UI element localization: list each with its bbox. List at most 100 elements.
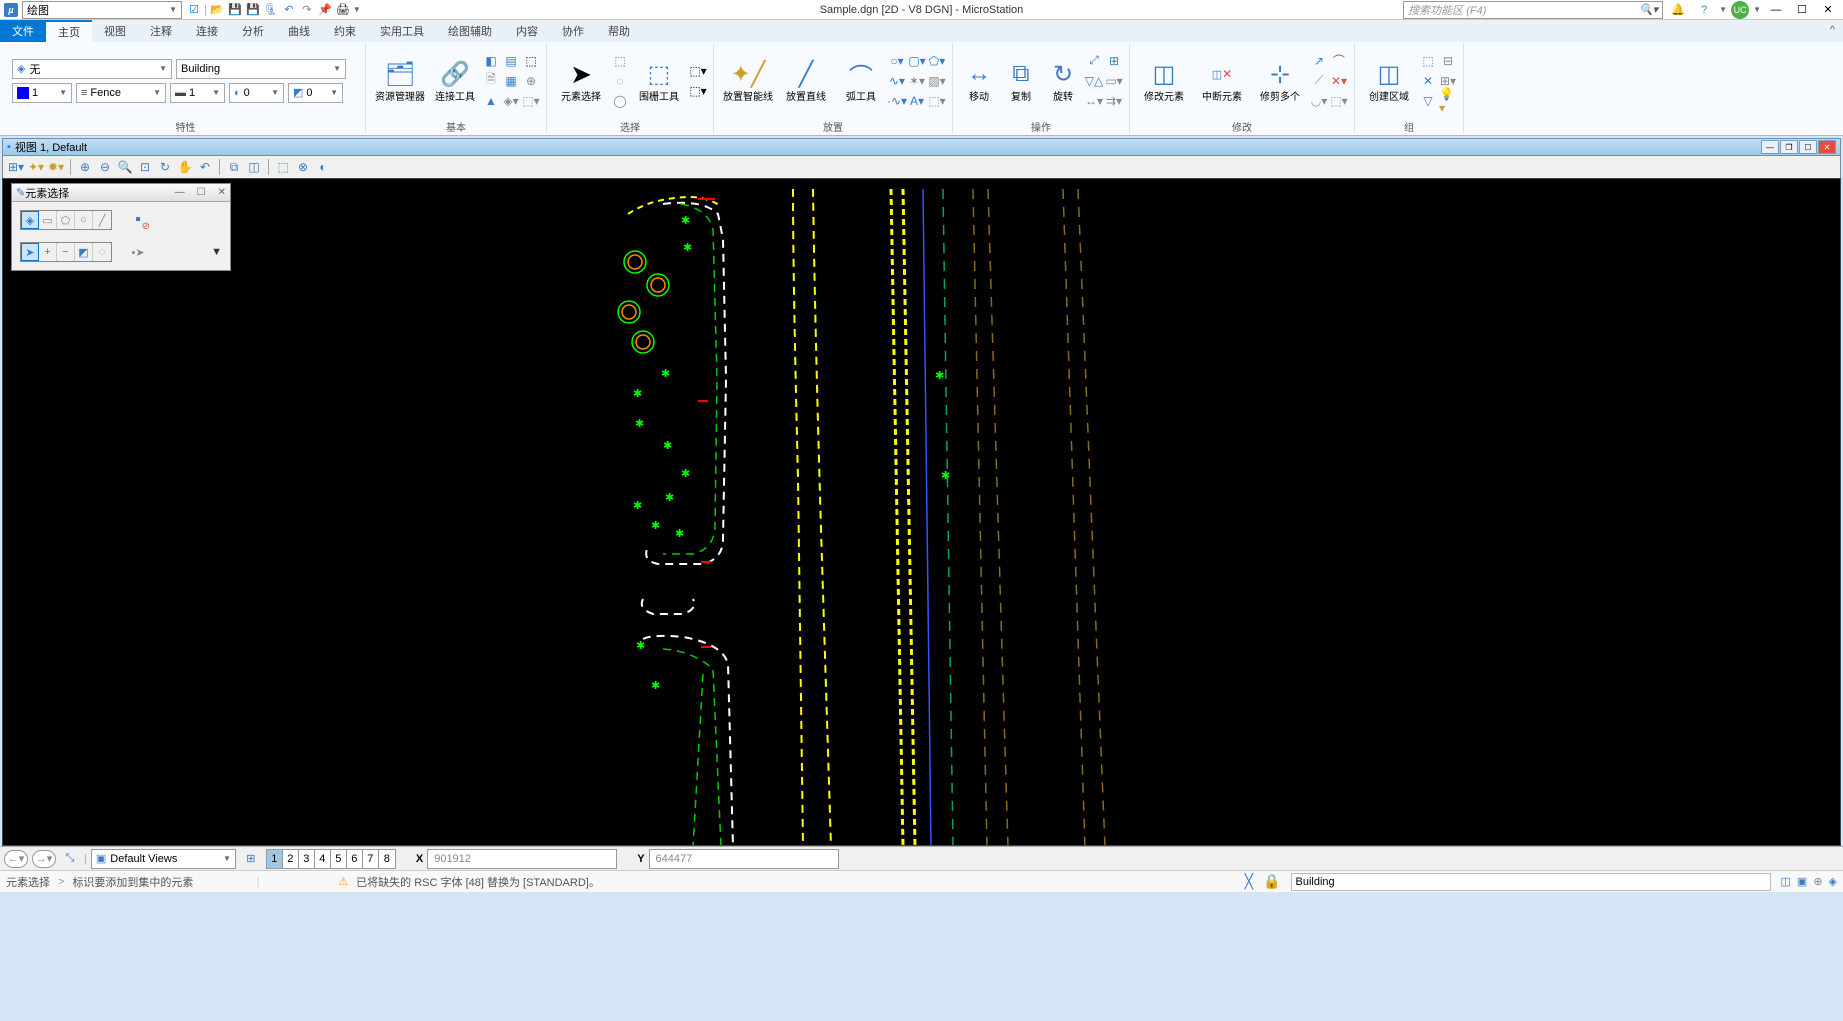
select-prev-icon[interactable]: ◯ <box>611 92 629 110</box>
graphic-group-icon[interactable]: ✕ <box>1419 72 1437 90</box>
view-num-8[interactable]: 8 <box>379 850 395 868</box>
rotate-view-icon[interactable]: ↻ <box>156 158 174 176</box>
raster-icon[interactable]: ▲ <box>482 92 500 110</box>
scale-icon[interactable]: ◫ <box>1781 875 1791 888</box>
notifications-icon[interactable]: 🔔 <box>1667 1 1689 19</box>
models-icon[interactable]: ◧ <box>482 52 500 70</box>
block-icon[interactable]: ▢▾ <box>908 52 926 70</box>
help-icon[interactable]: ? <box>1693 1 1715 19</box>
move-button[interactable]: ↔ 移动 <box>959 56 999 105</box>
attach-tools-button[interactable]: 🔗 连接工具 <box>430 56 480 105</box>
clip-volume-icon[interactable]: ⬚ <box>274 158 292 176</box>
view-groups-dropdown[interactable]: ▣ Default Views ▼ <box>91 849 236 869</box>
view-attrs-icon[interactable]: ⊞▾ <box>7 158 25 176</box>
dialog-icon[interactable]: ▣ <box>1797 875 1807 888</box>
create-region-button[interactable]: ◫ 创建区域 <box>1361 56 1417 105</box>
tab-help[interactable]: 帮助 <box>596 20 642 42</box>
view-num-2[interactable]: 2 <box>283 850 299 868</box>
zoom-window-icon[interactable]: 🔍 <box>116 158 134 176</box>
cell-icon[interactable]: ✶▾ <box>908 72 926 90</box>
view-num-1[interactable]: 1 <box>267 850 283 868</box>
maximize-button[interactable]: ☐ <box>1791 1 1813 19</box>
delete-icon[interactable]: ✕▾ <box>1330 72 1348 90</box>
linestyle-dropdown[interactable]: ≡ Fence▼ <box>76 83 166 103</box>
clip-mask-icon[interactable]: ⊗ <box>294 158 312 176</box>
redo-icon[interactable]: ↷ <box>299 2 315 18</box>
circle-icon[interactable]: ○▾ <box>888 52 906 70</box>
ungroup-icon[interactable]: ⊟ <box>1439 52 1457 70</box>
tab-view[interactable]: 视图 <box>92 20 138 42</box>
zoom-area-icon[interactable]: ⊕ <box>76 158 94 176</box>
open-icon[interactable]: 📂 <box>209 2 225 18</box>
priority-dropdown[interactable]: ◩ 0▼ <box>288 83 343 103</box>
vertex-icon[interactable]: ⬚▾ <box>1330 92 1348 110</box>
partial-icon[interactable]: ◡▾ <box>1310 92 1328 110</box>
rotate-button[interactable]: ↻ 旋转 <box>1043 56 1083 105</box>
stretch-icon[interactable]: ↔▾ <box>1085 92 1103 110</box>
view-num-3[interactable]: 3 <box>299 850 315 868</box>
fence-tools-button[interactable]: ⬚ 围栅工具 <box>631 56 687 105</box>
y-coord-input[interactable]: 644477 <box>649 849 839 869</box>
ribbon-collapse-icon[interactable]: ^ <box>1822 20 1843 42</box>
arc-button[interactable]: ⌒ 弧工具 <box>836 56 886 105</box>
array-icon[interactable]: ⊞ <box>1105 52 1123 70</box>
coords-icon[interactable]: ⊕ <box>522 72 540 90</box>
pan-nav-icon[interactable]: ⤡ <box>60 852 80 865</box>
smartline-button[interactable]: ✦╱ 放置智能线 <box>720 56 776 105</box>
tab-annotate[interactable]: 注释 <box>138 20 184 42</box>
group-icon[interactable]: ⬚ <box>1419 52 1437 70</box>
mirror-icon[interactable]: ▽△ <box>1085 72 1103 90</box>
tab-drawing-aids[interactable]: 绘图辅助 <box>436 20 504 42</box>
undo-icon[interactable]: ↶ <box>281 2 297 18</box>
polygon-icon[interactable]: ⬠▾ <box>928 52 946 70</box>
view-num-4[interactable]: 4 <box>315 850 331 868</box>
scale-icon[interactable]: ⤢ <box>1085 52 1103 70</box>
compress-icon[interactable]: 🗜 <box>263 2 279 18</box>
active-model-dropdown[interactable]: Building <box>1291 873 1771 891</box>
view-setup-icon[interactable]: ◫ <box>245 158 263 176</box>
tab-file[interactable]: 文件 <box>0 20 46 42</box>
view-arrange-icon[interactable]: ⊞ <box>240 852 262 865</box>
more-icon[interactable]: ⬚▾ <box>522 92 540 110</box>
view-num-6[interactable]: 6 <box>347 850 363 868</box>
user-badge[interactable]: UC <box>1731 1 1749 19</box>
view-close-button[interactable]: ✕ <box>1818 140 1836 154</box>
drawing-canvas[interactable]: ✎ 元素选择 — ☐ ✕ ◈ ▭ ⬠ ○ ╱ ▪ ⊘ <box>2 178 1841 846</box>
modify-elem-button[interactable]: ◫ 修改元素 <box>1136 56 1192 105</box>
search-input[interactable]: 搜索功能区 (F4) 🔍▾ <box>1403 1 1663 19</box>
tab-constraints[interactable]: 约束 <box>322 20 368 42</box>
levels-icon[interactable]: ▤ <box>502 52 520 70</box>
prev-view-icon[interactable]: ↶ <box>196 158 214 176</box>
workflow-dropdown[interactable]: 绘图 ▼ <box>22 1 182 19</box>
element-select-button[interactable]: ➤ 元素选择 <box>553 56 609 105</box>
view-num-5[interactable]: 5 <box>331 850 347 868</box>
lock-icon[interactable]: 🔒 <box>1263 873 1280 890</box>
line-button[interactable]: ╱ 放置直线 <box>778 56 834 105</box>
tab-analyze[interactable]: 分析 <box>230 20 276 42</box>
drop-icon[interactable]: ▽ <box>1419 92 1437 110</box>
explorer-button[interactable]: 🗂 资源管理器 <box>372 56 428 105</box>
running-coords-icon[interactable]: ⊕ <box>1813 875 1822 888</box>
trim-button[interactable]: ⊹ 修剪多个 <box>1252 56 1308 105</box>
tab-curves[interactable]: 曲线 <box>276 20 322 42</box>
color-dropdown[interactable]: 1▼ <box>12 83 72 103</box>
nav-forward-button[interactable]: →▾ <box>32 850 56 868</box>
display-style-icon[interactable]: ✦▾ <box>27 158 45 176</box>
template-dropdown[interactable]: Building ▼ <box>176 59 346 79</box>
tab-home[interactable]: 主页 <box>46 20 92 42</box>
copy-button[interactable]: ⧉ 复制 <box>1001 56 1041 105</box>
snap-mode-icon[interactable]: ╳ <box>1245 873 1253 890</box>
point-icon[interactable]: ·∿▾ <box>888 92 906 110</box>
fillet-icon[interactable]: ⌒ <box>1330 52 1348 70</box>
close-button[interactable]: ✕ <box>1817 1 1839 19</box>
save-icon[interactable]: 💾 <box>227 2 243 18</box>
curve-icon[interactable]: ∿▾ <box>888 72 906 90</box>
break-elem-button[interactable]: ◫✕ 中断元素 <box>1194 56 1250 105</box>
clip-element-icon[interactable]: ◐ <box>314 158 332 176</box>
tab-attach[interactable]: 连接 <box>184 20 230 42</box>
pin-icon[interactable]: 📌 <box>317 2 333 18</box>
zoom-out-icon[interactable]: ⊖ <box>96 158 114 176</box>
pan-icon[interactable]: ✋ <box>176 158 194 176</box>
view-minimize-button[interactable]: — <box>1761 140 1779 154</box>
tab-collaborate[interactable]: 协作 <box>550 20 596 42</box>
